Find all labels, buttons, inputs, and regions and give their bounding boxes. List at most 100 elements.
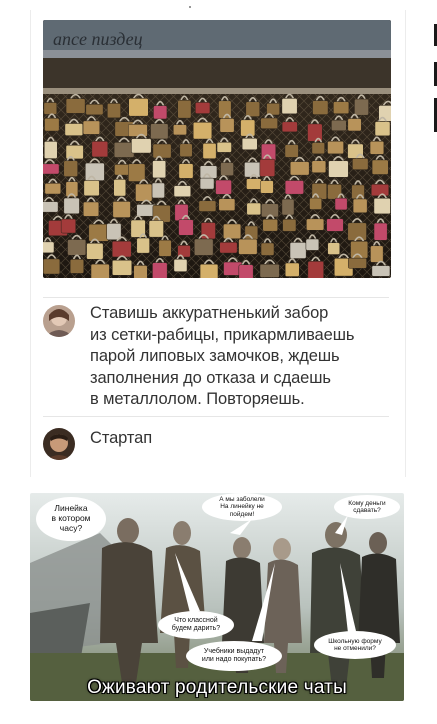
padlock bbox=[200, 222, 216, 240]
padlock bbox=[309, 197, 322, 210]
padlock bbox=[262, 218, 278, 232]
padlock bbox=[347, 118, 362, 132]
separator bbox=[43, 297, 389, 298]
padlock bbox=[128, 124, 148, 137]
padlock bbox=[67, 239, 87, 256]
padlock bbox=[44, 117, 60, 132]
padlock bbox=[331, 119, 347, 132]
padlock bbox=[43, 163, 60, 175]
padlock bbox=[289, 161, 310, 176]
padlock bbox=[246, 202, 262, 216]
padlock bbox=[347, 143, 364, 159]
padlock bbox=[86, 243, 104, 260]
padlock bbox=[282, 218, 297, 232]
padlock bbox=[179, 143, 193, 157]
padlock bbox=[177, 99, 192, 119]
padlock bbox=[107, 103, 121, 119]
padlock bbox=[152, 143, 172, 159]
padlock bbox=[289, 242, 307, 259]
padlock bbox=[82, 120, 101, 135]
padlock bbox=[240, 119, 256, 137]
padlock bbox=[199, 177, 215, 190]
padlock bbox=[373, 222, 388, 241]
padlock bbox=[178, 163, 194, 179]
padlock bbox=[173, 124, 187, 136]
padlock bbox=[327, 140, 344, 155]
padlock bbox=[178, 219, 194, 236]
padlock bbox=[135, 183, 153, 202]
padlock bbox=[112, 201, 131, 218]
padlock bbox=[216, 141, 232, 153]
padlock bbox=[44, 141, 58, 159]
padlock bbox=[83, 180, 100, 197]
padlock bbox=[327, 242, 340, 255]
padlock bbox=[60, 218, 76, 234]
padlock bbox=[347, 257, 367, 269]
padlock bbox=[373, 197, 391, 215]
padlock bbox=[43, 102, 58, 115]
padlock bbox=[85, 104, 104, 116]
speech-bubble: Школьную форму не отменили? bbox=[314, 631, 396, 659]
comment-item: Стартап bbox=[43, 428, 393, 464]
padlock bbox=[112, 259, 133, 276]
padlock bbox=[215, 179, 232, 195]
padlock bbox=[371, 159, 389, 175]
comment-item: Ставишь аккуратненький забор из сетки-ра… bbox=[43, 303, 393, 413]
padlock bbox=[328, 160, 349, 178]
padlock bbox=[370, 245, 384, 263]
padlock bbox=[326, 218, 344, 232]
padlock bbox=[334, 197, 348, 211]
photo-sign-text: ance пиздец bbox=[53, 29, 143, 49]
padlock bbox=[128, 98, 149, 117]
padlock bbox=[259, 158, 276, 177]
padlock bbox=[113, 142, 135, 158]
padlock bbox=[152, 160, 167, 179]
padlock bbox=[238, 238, 258, 255]
padlock bbox=[199, 263, 219, 278]
avatar[interactable] bbox=[43, 305, 75, 337]
padlock bbox=[354, 98, 369, 116]
padlock bbox=[246, 178, 262, 190]
speech-bubble: А мы заболели На линейку не пойдем! bbox=[202, 493, 282, 521]
padlock bbox=[194, 238, 214, 256]
love-locks-photo[interactable]: ance пиздец bbox=[43, 20, 391, 278]
padlock bbox=[281, 198, 295, 216]
padlock bbox=[152, 262, 168, 278]
comment-text: Стартап bbox=[90, 429, 153, 447]
padlock bbox=[65, 98, 86, 114]
padlock bbox=[151, 182, 165, 199]
padlock bbox=[352, 158, 369, 170]
padlock bbox=[218, 198, 236, 211]
padlock bbox=[83, 201, 100, 217]
zombie-meme-image[interactable]: Линейка в котором часу? А мы заболели На… bbox=[30, 493, 404, 701]
padlock bbox=[371, 265, 391, 277]
padlock bbox=[150, 123, 169, 140]
padlock bbox=[43, 258, 61, 275]
speech-bubble: Что классной будем дарить? bbox=[158, 611, 234, 639]
padlock bbox=[369, 140, 385, 155]
padlock bbox=[195, 102, 211, 114]
padlock bbox=[311, 142, 325, 155]
meme-caption: Оживают родительские чаты bbox=[87, 677, 347, 698]
padlock bbox=[174, 204, 189, 221]
padlock bbox=[284, 180, 304, 195]
padlock bbox=[259, 263, 280, 278]
padlock bbox=[245, 101, 260, 117]
avatar[interactable] bbox=[43, 428, 75, 460]
padlock bbox=[173, 258, 188, 272]
padlock bbox=[114, 164, 131, 176]
padlock bbox=[64, 123, 84, 136]
padlock bbox=[260, 180, 274, 194]
padlock bbox=[260, 117, 278, 129]
padlock bbox=[306, 218, 325, 231]
padlock bbox=[198, 200, 217, 212]
padlock bbox=[173, 185, 192, 197]
padlock bbox=[219, 118, 235, 133]
padlock bbox=[219, 242, 238, 254]
padlock bbox=[266, 102, 280, 116]
padlock bbox=[241, 138, 258, 151]
speech-bubble: Учебники выдадут или надо покупать? bbox=[186, 641, 282, 671]
padlock bbox=[113, 179, 127, 197]
padlock bbox=[352, 198, 368, 213]
speech-bubble: Кому деньги сдавать? bbox=[334, 495, 400, 519]
